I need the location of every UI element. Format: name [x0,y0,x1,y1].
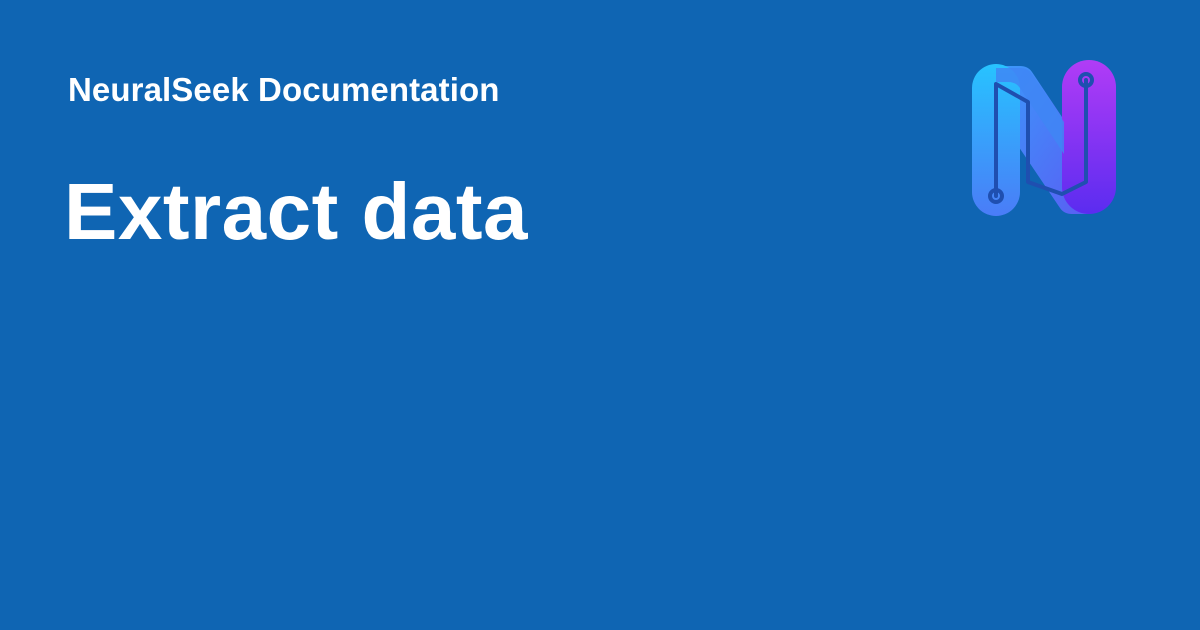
page-title: Extract data [64,167,528,256]
site-name: NeuralSeek Documentation [68,71,500,108]
social-card: NeuralSeek Documentation Extract data [0,0,1200,630]
neuralseek-logo-icon [968,58,1120,218]
